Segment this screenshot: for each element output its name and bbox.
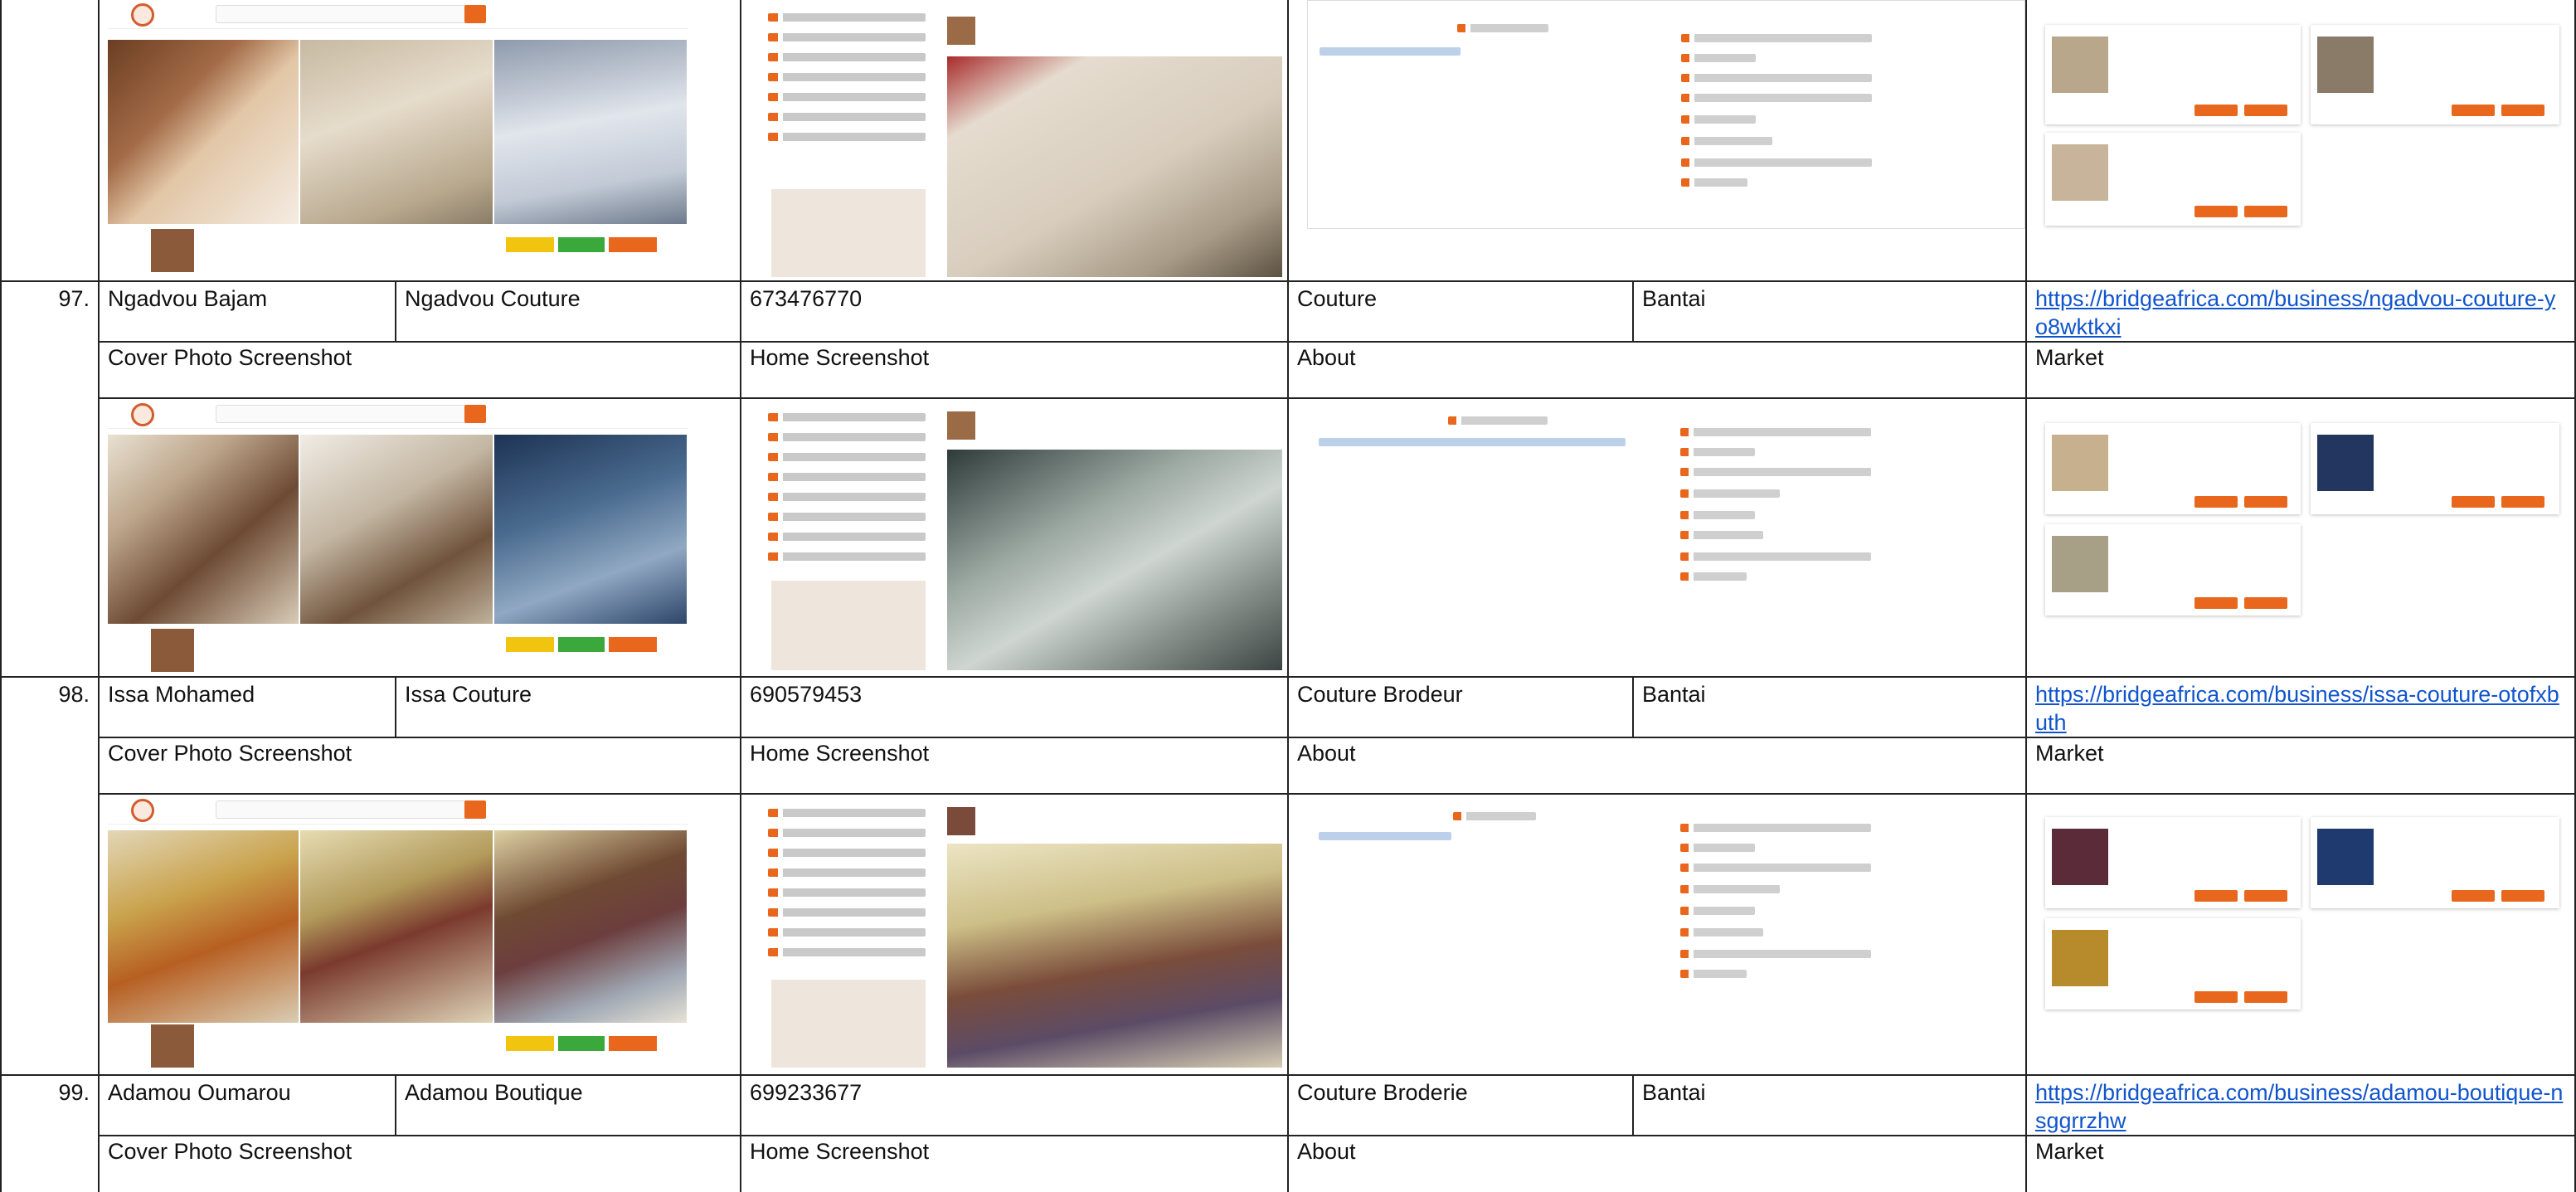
cover-photo-screenshot bbox=[108, 795, 688, 1071]
about-header: About bbox=[1297, 741, 1356, 766]
cover-photo-header: Cover Photo Screenshot bbox=[108, 1139, 352, 1164]
phone-number: 690579453 bbox=[750, 682, 863, 707]
phone-number: 673476770 bbox=[750, 286, 863, 311]
search-icon bbox=[464, 5, 486, 23]
home-screenshot-header: Home Screenshot bbox=[750, 345, 930, 370]
home-screenshot-header: Home Screenshot bbox=[750, 1139, 930, 1164]
about-header: About bbox=[1297, 1139, 1356, 1164]
bridge-africa-logo-icon bbox=[131, 3, 154, 27]
about-screenshot bbox=[1307, 795, 2025, 1013]
about-header: About bbox=[1297, 345, 1356, 370]
row-number: 99. bbox=[58, 1080, 90, 1105]
search-icon bbox=[464, 800, 486, 819]
row-number: 98. bbox=[58, 682, 90, 707]
owner-name: Issa Mohamed bbox=[108, 682, 255, 707]
business-name: Ngadvou Couture bbox=[405, 286, 581, 311]
business-url-link[interactable]: https://bridgeafrica.com/business/ngadvo… bbox=[2035, 285, 2566, 341]
owner-name: Adamou Oumarou bbox=[108, 1080, 291, 1105]
market-header: Market bbox=[2035, 1139, 2104, 1164]
cover-photo-header: Cover Photo Screenshot bbox=[108, 345, 352, 370]
about-screenshot bbox=[1307, 0, 2025, 229]
business-location: Bantai bbox=[1642, 682, 1706, 707]
business-category: Couture Broderie bbox=[1297, 1080, 1468, 1105]
business-location: Bantai bbox=[1642, 286, 1706, 311]
business-name: Issa Couture bbox=[405, 682, 532, 707]
cover-photo-screenshot bbox=[108, 400, 688, 674]
market-header: Market bbox=[2035, 741, 2104, 766]
market-screenshot bbox=[2037, 0, 2568, 241]
market-screenshot bbox=[2037, 795, 2568, 1019]
cover-photo-header: Cover Photo Screenshot bbox=[108, 741, 352, 766]
market-header: Market bbox=[2035, 345, 2104, 370]
owner-name: Ngadvou Bajam bbox=[108, 286, 268, 311]
row-number: 97. bbox=[58, 286, 90, 311]
business-url-link[interactable]: https://bridgeafrica.com/business/issa-c… bbox=[2035, 680, 2566, 737]
search-icon bbox=[464, 405, 486, 423]
cover-photo-screenshot bbox=[108, 0, 688, 277]
bridge-africa-logo-icon bbox=[131, 799, 154, 822]
home-screenshot bbox=[760, 795, 1282, 1071]
business-category: Couture Brodeur bbox=[1297, 682, 1463, 707]
home-screenshot bbox=[760, 0, 1282, 277]
business-location: Bantai bbox=[1642, 1080, 1706, 1105]
home-screenshot-header: Home Screenshot bbox=[750, 741, 930, 766]
business-url-link[interactable]: https://bridgeafrica.com/business/adamou… bbox=[2035, 1078, 2566, 1135]
about-screenshot bbox=[1307, 400, 2025, 620]
bridge-africa-logo-icon bbox=[131, 403, 154, 426]
home-screenshot bbox=[760, 400, 1282, 674]
market-screenshot bbox=[2037, 400, 2568, 624]
business-category: Couture bbox=[1297, 286, 1378, 311]
phone-number: 699233677 bbox=[750, 1080, 863, 1105]
business-name: Adamou Boutique bbox=[405, 1080, 583, 1105]
